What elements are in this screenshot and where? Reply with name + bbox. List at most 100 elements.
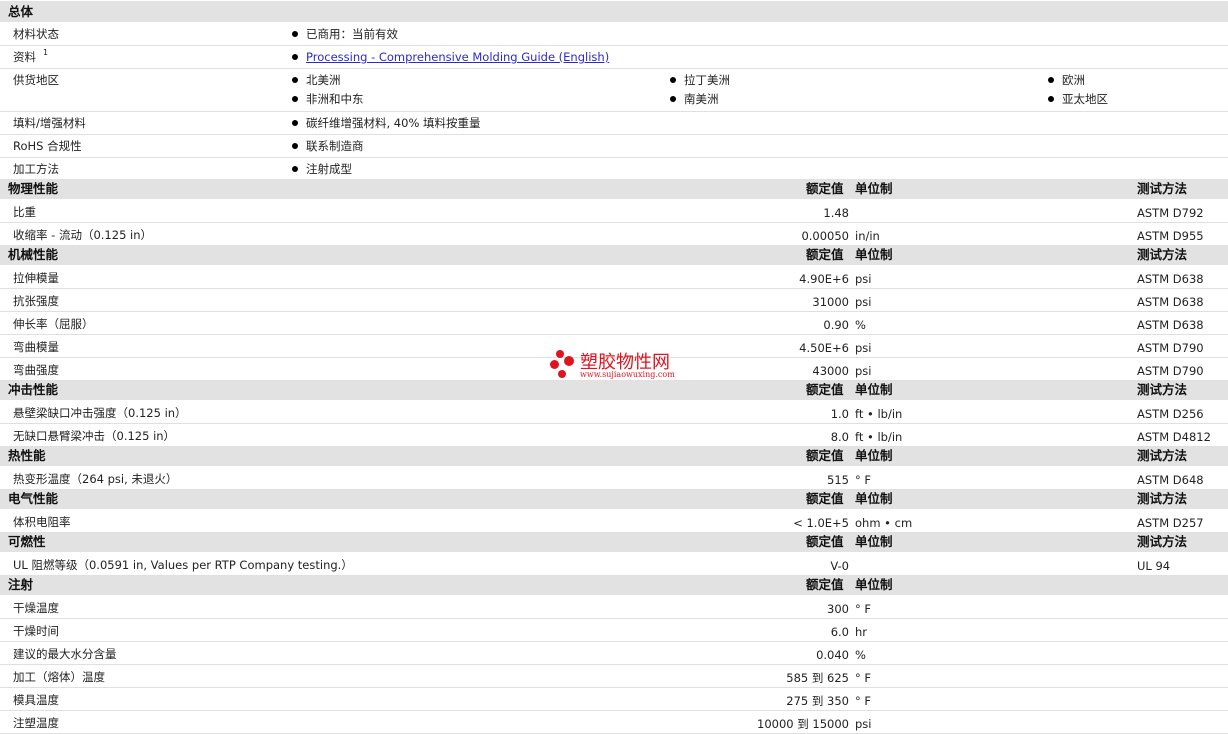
test-method: ASTM D638: [1137, 295, 1204, 309]
property-row: 体积电阻率 < 1.0E+5 ohm • cm ASTM D257: [0, 510, 1228, 533]
property-label: 填料/增强材料: [13, 116, 86, 130]
test-method: ASTM D790: [1137, 364, 1204, 378]
section-title: 热性能: [8, 448, 46, 463]
unit-value: ohm • cm: [855, 516, 913, 530]
property-label: 抗张强度: [13, 294, 59, 308]
section-header-general: 总体: [0, 1, 1228, 23]
method-header: 测试方法: [1137, 181, 1188, 196]
property-value: 碳纤维增强材料, 40% 填料按重量: [306, 116, 481, 130]
property-label: 无缺口悬臂梁冲击（0.125 in）: [13, 429, 176, 443]
section-header: 机械性能 额定值 单位制 测试方法: [0, 246, 1228, 266]
nominal-header: 额定值: [806, 491, 844, 506]
unit-header: 单位制: [855, 491, 893, 506]
property-label: 悬壁梁缺口冲击强度（0.125 in）: [13, 406, 187, 420]
property-label: 干燥时间: [13, 624, 59, 638]
bullet-icon: [292, 166, 298, 172]
unit-value: psi: [855, 295, 872, 309]
bullet-icon: [1048, 77, 1054, 83]
section-title: 可燃性: [8, 534, 46, 549]
property-row: 比重 1.48 ASTM D792: [0, 200, 1228, 223]
property-row: 干燥温度 300 ° F: [0, 596, 1228, 619]
unit-value: hr: [855, 625, 868, 639]
nominal-value: 0.90: [823, 318, 849, 332]
property-row: 建议的最大水分含量 0.040%: [0, 642, 1228, 665]
section-header: 注射 额定值 单位制: [0, 576, 1228, 596]
bullet-icon: [292, 77, 298, 83]
nominal-value: 31000: [812, 295, 849, 309]
document-link[interactable]: Processing - Comprehensive Molding Guide…: [306, 49, 609, 65]
property-value: 联系制造商: [306, 139, 364, 153]
unit-header: 单位制: [855, 577, 893, 592]
section-title: 总体: [8, 4, 34, 19]
unit-value: ° F: [855, 473, 872, 487]
unit-value: ° F: [855, 671, 872, 685]
section-title: 注射: [8, 577, 34, 592]
region-item: 亚太地区: [1062, 92, 1108, 106]
property-row: 抗张强度 31000 psi ASTM D638: [0, 289, 1228, 312]
region-item: 北美洲: [306, 73, 341, 87]
property-row: 悬壁梁缺口冲击强度（0.125 in） 1.0 ft • lb/in ASTM D25…: [0, 401, 1228, 424]
nominal-value: 585 到 625: [786, 671, 849, 685]
unit-header: 单位制: [855, 382, 893, 397]
property-label: 加工（熔体）温度: [13, 670, 105, 684]
general-row: 资料 1 Processing - Comprehensive Molding Gu…: [0, 46, 1228, 69]
property-label: 资料: [13, 50, 36, 64]
watermark-logo: 塑胶物性网 www.sujiaowuxing.com: [550, 348, 690, 384]
property-label: 注塑温度: [13, 716, 59, 730]
property-label: 比重: [13, 205, 36, 219]
property-label: 弯曲模量: [13, 340, 59, 354]
nominal-header: 额定值: [806, 534, 844, 549]
property-label: UL 阻燃等级（0.0591 in, Values per RTP Compan…: [13, 558, 353, 572]
bullet-icon: [292, 31, 298, 37]
property-row: 干燥时间 6.0 hr: [0, 619, 1228, 642]
property-row: 拉伸模量 4.90E+6 psi ASTM D638: [0, 266, 1228, 289]
nominal-value: 0.040: [816, 648, 849, 662]
property-row: 模具温度 275 到 350 ° F: [0, 688, 1228, 711]
property-label: 拉伸模量: [13, 271, 59, 285]
property-value: 已商用：当前有效: [306, 27, 398, 41]
nominal-value: 515: [827, 473, 849, 487]
property-label: 弯曲强度: [13, 363, 59, 377]
method-header: 测试方法: [1137, 382, 1188, 397]
unit-value: %: [855, 648, 866, 662]
property-label: 加工方法: [13, 162, 59, 176]
section-title: 电气性能: [8, 491, 59, 506]
property-label: 热变形温度（264 psi, 未退火）: [13, 472, 178, 486]
test-method: ASTM D4812: [1137, 430, 1211, 444]
test-method: ASTM D790: [1137, 341, 1204, 355]
method-header: 测试方法: [1137, 534, 1188, 549]
bullet-icon: [292, 96, 298, 102]
footnote-marker: 1: [43, 48, 49, 57]
unit-value: psi: [855, 364, 872, 378]
section-title: 机械性能: [8, 247, 59, 262]
unit-header: 单位制: [855, 534, 893, 549]
bullet-icon: [670, 77, 676, 83]
section-header: 热性能 额定值 单位制 测试方法: [0, 447, 1228, 467]
test-method: ASTM D792: [1137, 206, 1204, 220]
unit-value: ° F: [855, 602, 872, 616]
bullet-icon: [292, 143, 298, 149]
nominal-value: 1.48: [823, 206, 849, 220]
test-method: UL 94: [1137, 559, 1171, 573]
watermark-url: www.sujiaowuxing.com: [580, 370, 675, 379]
test-method: ASTM D955: [1137, 229, 1204, 243]
bullet-icon: [670, 96, 676, 102]
property-value: 注射成型: [306, 162, 352, 176]
nominal-value: 10000 到 15000: [757, 717, 849, 731]
nominal-header: 额定值: [806, 247, 844, 262]
test-method: ASTM D638: [1137, 272, 1204, 286]
test-method: ASTM D257: [1137, 516, 1204, 530]
unit-value: %: [855, 318, 866, 332]
property-row: 加工（熔体）温度 585 到 625 ° F: [0, 665, 1228, 688]
section-header: 电气性能 额定值 单位制 测试方法: [0, 490, 1228, 510]
region-item: 南美洲: [684, 92, 719, 106]
test-method: ASTM D256: [1137, 407, 1204, 421]
nominal-header: 额定值: [806, 181, 844, 196]
general-row: 材料状态 已商用：当前有效: [0, 23, 1228, 46]
property-label: 伸长率（屈服）: [13, 317, 94, 331]
unit-value: psi: [855, 717, 872, 731]
general-row: 加工方法 注射成型: [0, 158, 1228, 180]
test-method: ASTM D648: [1137, 473, 1204, 487]
bullet-icon: [1048, 96, 1054, 102]
nominal-value: 275 到 350: [786, 694, 849, 708]
